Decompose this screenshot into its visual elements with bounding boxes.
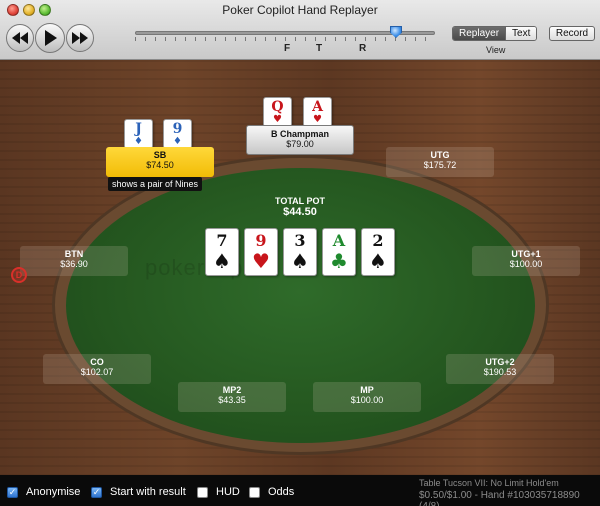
showdown-note: shows a pair of Nines [108,177,203,191]
anonymise-option[interactable]: ✓ Anonymise [7,486,80,498]
street-marker-turn[interactable]: T [316,43,322,54]
fast-forward-icon [72,32,88,44]
card-rank: 7 [216,231,228,250]
player-name: SB [153,150,167,160]
title-bar: Poker Copilot Hand Replayer F T R Replay… [0,0,600,60]
sb-hole-card-1: J ♦ [124,119,153,149]
hud-option[interactable]: HUD [197,486,240,498]
total-pot-value: $44.50 [283,206,317,218]
total-pot-label: TOTAL POT [274,196,325,206]
player-stack: $43.35 [218,395,246,405]
seat-utg[interactable]: UTG $175.72 [386,147,494,177]
player-stack: $74.50 [146,160,174,170]
table-info: Table Tucson VII: No Limit Hold'em [419,478,559,488]
board-card-1: 7 ♠ [205,228,239,276]
player-stack: $79.00 [286,139,314,149]
start-with-result-checkbox[interactable]: ✓ [91,486,102,498]
seat-mp2[interactable]: MP2 $43.35 [178,382,286,412]
player-name: B Champman [270,129,329,139]
player-stack: $100.00 [350,395,384,405]
player-stack: $175.72 [423,160,457,170]
player-name: UTG+1 [511,249,541,259]
hand-info: $0.50/$1.00 - Hand #103035718890 (4/8) [419,490,580,506]
card-rank: 9 [255,231,267,250]
anonymise-checkbox[interactable]: ✓ [7,486,18,498]
view-label: View [486,45,506,55]
start-with-result-option[interactable]: ✓ Start with result [91,486,186,498]
street-marker-flop[interactable]: F [284,43,290,54]
poker-table-area: pokercopilot J ♦ 9 ♦ Q ♥ A ♥ B Champman … [0,60,600,475]
rewind-button[interactable] [6,24,34,52]
seat-utg-plus-2[interactable]: UTG+2 $190.53 [446,354,554,384]
player-name: UTG+2 [485,357,515,367]
street-marker-river[interactable]: R [359,43,366,54]
player-stack: $102.07 [80,367,114,377]
anonymise-label: Anonymise [26,486,81,498]
hero-hole-card-2: A ♥ [303,97,332,127]
text-view-tab[interactable]: Text [505,27,537,40]
dealer-button-icon: D [11,267,27,283]
player-name: MP [360,385,374,395]
rewind-icon [12,32,28,44]
seat-utg-plus-1[interactable]: UTG+1 $100.00 [472,246,580,276]
sb-hole-card-2: 9 ♦ [163,119,192,149]
hud-checkbox[interactable] [197,486,208,498]
start-with-result-label: Start with result [110,486,186,498]
spade-icon: ♠ [291,249,309,273]
card-rank: 2 [372,231,384,250]
player-stack: $36.90 [60,259,88,269]
card-rank: A [312,99,323,115]
club-icon: ♣ [330,249,348,273]
card-rank: Q [271,99,284,115]
seat-sb[interactable]: SB $74.50 [106,147,214,177]
odds-option[interactable]: Odds [249,486,294,498]
spade-icon: ♠ [213,249,231,273]
fast-forward-button[interactable] [66,24,94,52]
player-stack: $100.00 [509,259,543,269]
player-stack: $190.53 [483,367,517,377]
seat-hero[interactable]: B Champman $79.00 [246,125,354,155]
card-rank: J [135,121,142,137]
replayer-view-tab[interactable]: Replayer [453,27,506,40]
spade-icon: ♠ [369,249,387,273]
heart-icon: ♥ [273,114,282,125]
record-button[interactable]: Record [549,26,595,41]
hud-label: HUD [216,486,240,498]
seat-co[interactable]: CO $102.07 [43,354,151,384]
odds-checkbox[interactable] [249,486,260,498]
player-name: UTG [430,150,450,160]
player-name: CO [90,357,104,367]
player-name: BTN [64,249,84,259]
diamond-icon: ♦ [173,136,182,147]
heart-icon: ♥ [252,249,270,273]
card-rank: 3 [294,231,306,250]
play-icon [45,30,57,46]
window-title: Poker Copilot Hand Replayer [222,3,378,17]
seat-mp[interactable]: MP $100.00 [313,382,421,412]
player-name: MP2 [222,385,242,395]
card-rank: A [332,231,346,250]
play-button[interactable] [35,23,65,53]
view-segmented-control: Replayer Text [452,26,538,41]
board-card-3: 3 ♠ [283,228,317,276]
timeline-ticks [135,37,435,41]
odds-label: Odds [268,486,295,498]
seat-btn[interactable]: BTN $36.90 [20,246,128,276]
board-card-4: A ♣ [322,228,356,276]
board-card-5: 2 ♠ [361,228,395,276]
card-rank: 9 [172,121,183,137]
diamond-icon: ♦ [134,136,143,147]
board-card-2: 9 ♥ [244,228,278,276]
hero-hole-card-1: Q ♥ [263,97,292,127]
heart-icon: ♥ [313,114,322,125]
